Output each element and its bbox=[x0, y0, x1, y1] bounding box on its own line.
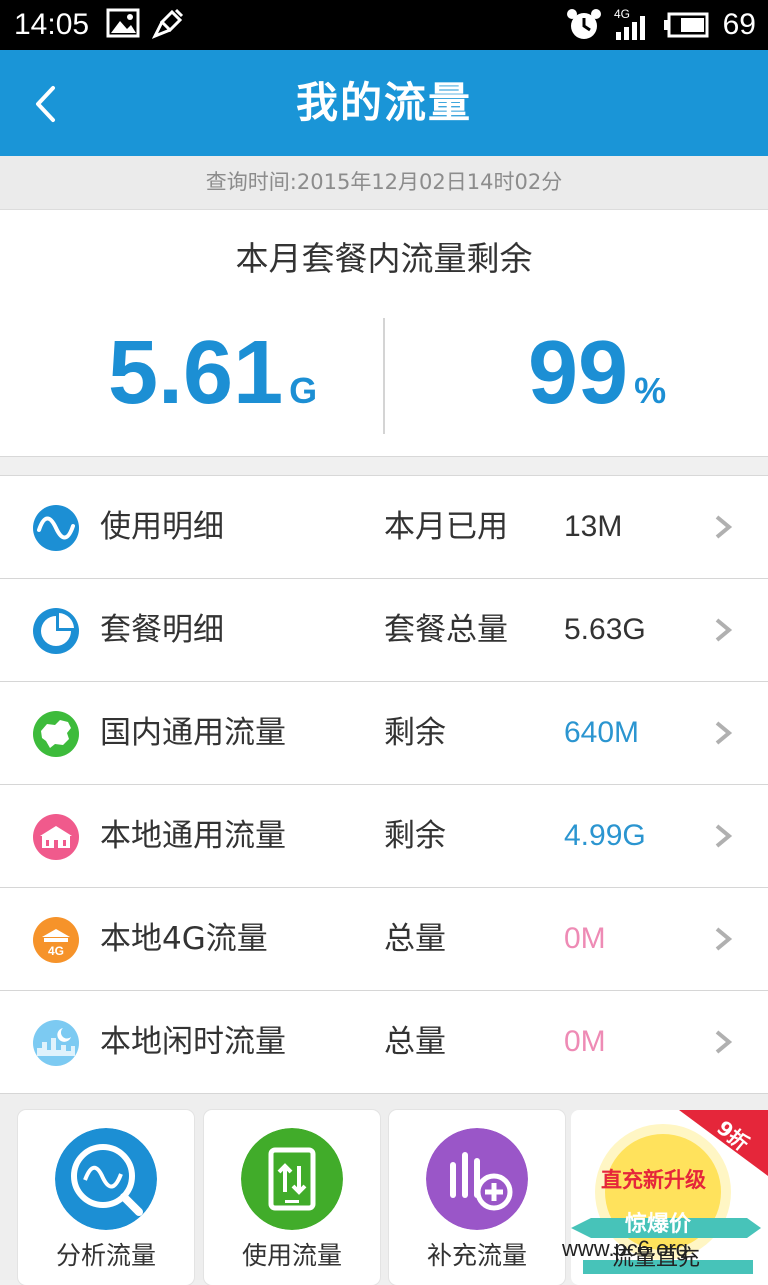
list-item-local-data[interactable]: 本地通用流量 剩余 4.99G bbox=[0, 785, 768, 888]
row-key: 剩余 bbox=[384, 715, 446, 751]
remaining-unit: G bbox=[289, 370, 318, 411]
list-item-local-4g-data[interactable]: 4G 本地4G流量 总量 0M bbox=[0, 888, 768, 991]
list-item-national-data[interactable]: 国内通用流量 剩余 640M bbox=[0, 682, 768, 785]
row-key: 总量 bbox=[384, 1024, 446, 1060]
row-value: 640M bbox=[564, 716, 640, 749]
wave-icon bbox=[33, 505, 79, 551]
add-data-button[interactable]: 补充流量 bbox=[389, 1110, 565, 1285]
tool-label: 分析流量 bbox=[55, 1241, 156, 1270]
row-key: 总量 bbox=[384, 921, 446, 957]
row-label: 本地闲时流量 bbox=[100, 1024, 286, 1060]
signal-icon bbox=[616, 16, 645, 40]
traffic-list: 使用明细 本月已用 13M 套餐明细 套餐总量 5.63G 国内通用流量 剩余 … bbox=[0, 475, 768, 1094]
percent-value: 99 bbox=[528, 323, 629, 423]
remaining-value: 5.61 bbox=[108, 323, 284, 423]
tool-label: 使用流量 bbox=[241, 1241, 342, 1270]
chevron-right-icon bbox=[715, 1030, 733, 1054]
row-key: 剩余 bbox=[384, 818, 446, 854]
row-value: 13M bbox=[564, 510, 623, 543]
summary-card: 本月套餐内流量剩余 5.61 G 99% bbox=[0, 210, 768, 457]
page-title: 我的流量 bbox=[295, 78, 472, 127]
alarm-icon bbox=[567, 9, 601, 39]
row-value: 5.63G bbox=[564, 613, 646, 646]
row-label: 套餐明细 bbox=[100, 612, 224, 648]
phone-transfer-icon bbox=[241, 1128, 343, 1230]
chevron-right-icon bbox=[715, 927, 733, 951]
battery-icon bbox=[664, 12, 709, 38]
4g-badge-icon: 4G bbox=[33, 917, 79, 963]
list-item-local-idle-data[interactable]: 本地闲时流量 总量 0M bbox=[0, 991, 768, 1094]
percent-unit: % bbox=[634, 370, 667, 411]
row-label: 本地通用流量 bbox=[100, 818, 286, 854]
row-label: 本地4G流量 bbox=[100, 921, 268, 957]
battery-level: 69 bbox=[722, 8, 756, 41]
add-data-icon bbox=[426, 1128, 528, 1230]
analyze-data-button[interactable]: 分析流量 bbox=[18, 1110, 194, 1285]
status-time: 14:05 bbox=[14, 8, 90, 41]
night-city-icon bbox=[33, 1020, 79, 1066]
promo-line2: 惊爆价 bbox=[625, 1212, 692, 1237]
promo-line1: 直充新升级 bbox=[601, 1168, 706, 1192]
remaining-amount: 5.61 G bbox=[108, 328, 317, 418]
chevron-right-icon bbox=[715, 618, 733, 642]
chevron-right-icon bbox=[715, 515, 733, 539]
broom-icon bbox=[152, 8, 184, 39]
china-map-icon bbox=[33, 711, 79, 757]
row-label: 国内通用流量 bbox=[100, 715, 286, 751]
image-icon bbox=[106, 8, 140, 38]
remaining-percent: 99% bbox=[528, 328, 666, 418]
row-value: 0M bbox=[564, 922, 606, 955]
analyze-icon bbox=[55, 1128, 157, 1230]
row-key: 套餐总量 bbox=[384, 612, 508, 648]
pie-chart-icon bbox=[33, 608, 79, 654]
app-header: 我的流量 bbox=[0, 50, 768, 156]
summary-title: 本月套餐内流量剩余 bbox=[235, 239, 533, 278]
chevron-right-icon bbox=[715, 824, 733, 848]
row-value: 0M bbox=[564, 1025, 606, 1058]
chevron-right-icon bbox=[715, 721, 733, 745]
svg-text:4G: 4G bbox=[48, 944, 64, 958]
use-data-button[interactable]: 使用流量 bbox=[204, 1110, 380, 1285]
back-button[interactable] bbox=[20, 68, 90, 138]
summary-divider bbox=[383, 318, 385, 434]
list-item-usage-detail[interactable]: 使用明细 本月已用 13M bbox=[0, 476, 768, 579]
row-key: 本月已用 bbox=[384, 509, 508, 545]
landmark-icon bbox=[33, 814, 79, 860]
status-bar: 14:05 4G 69 bbox=[0, 0, 768, 50]
query-time: 查询时间:2015年12月02日14时02分 bbox=[0, 156, 768, 210]
list-item-plan-detail[interactable]: 套餐明细 套餐总量 5.63G bbox=[0, 579, 768, 682]
watermark-label: 流量直充 bbox=[612, 1246, 701, 1271]
tool-label: 补充流量 bbox=[426, 1241, 527, 1270]
row-value: 4.99G bbox=[564, 819, 646, 852]
row-label: 使用明细 bbox=[100, 509, 224, 545]
